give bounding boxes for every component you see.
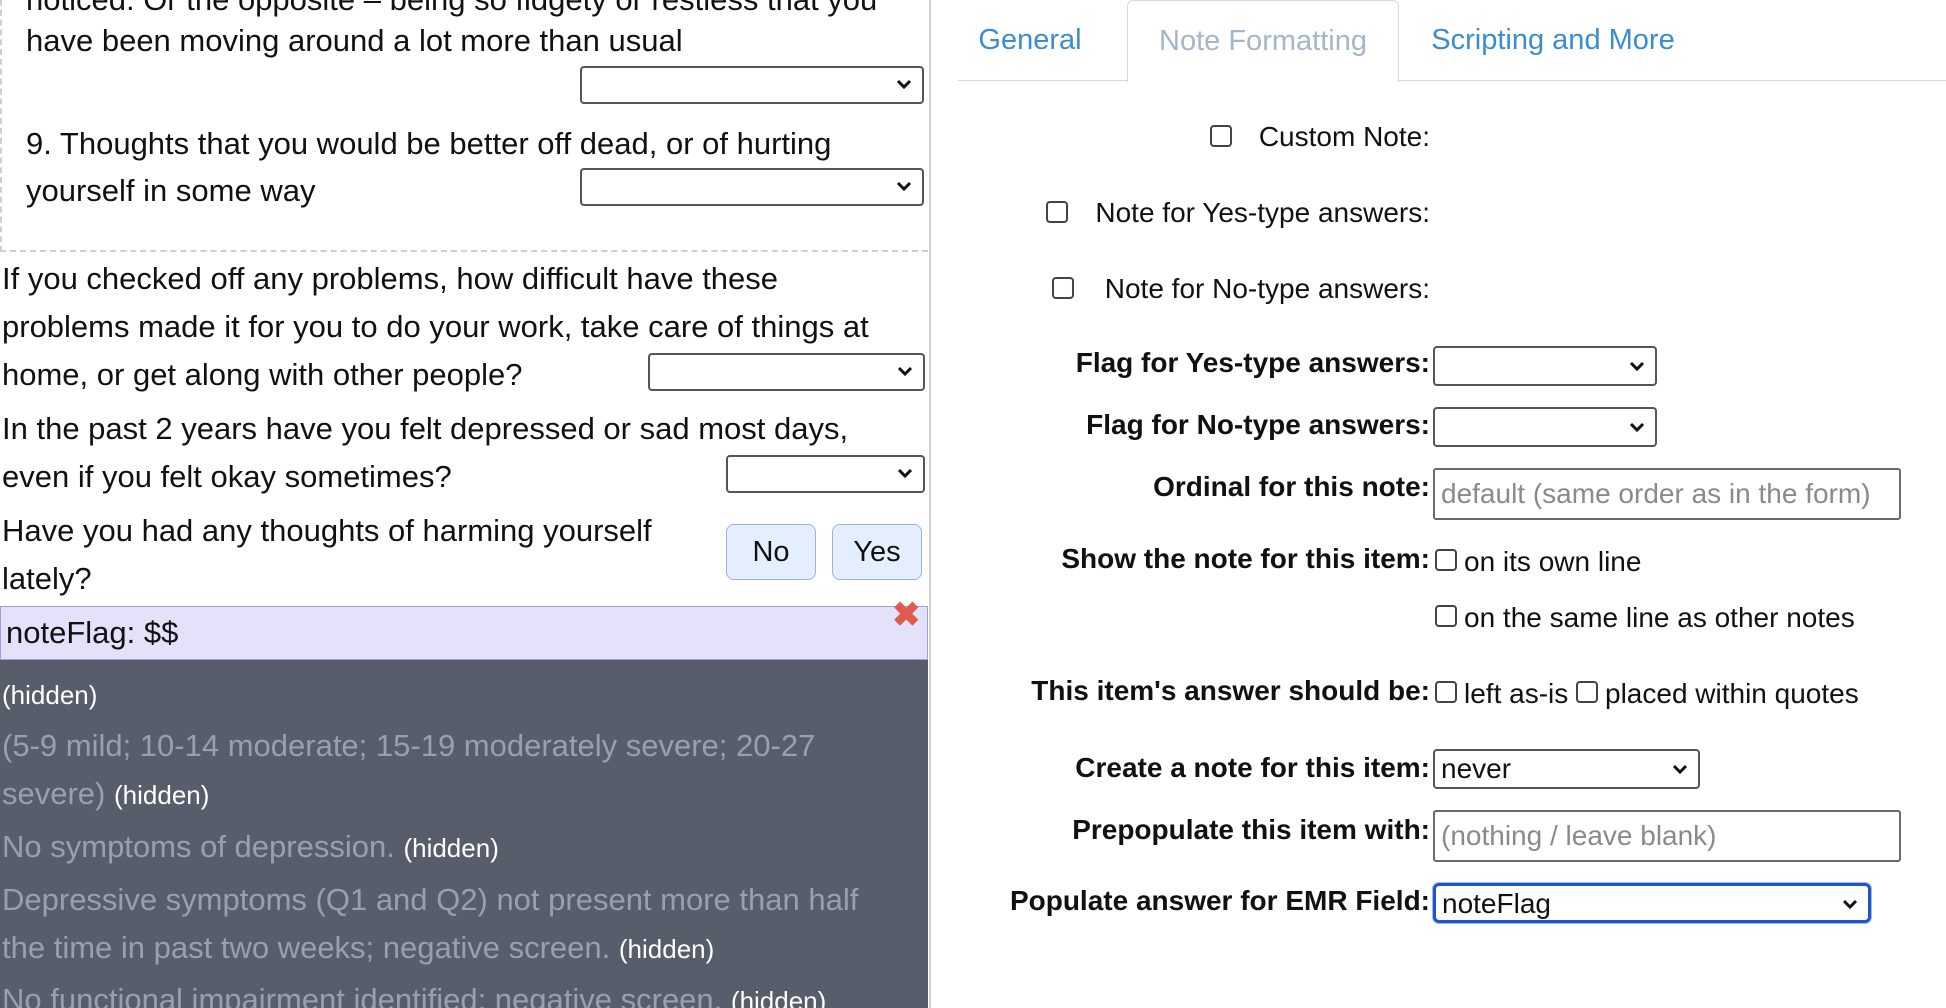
within-quotes-checkbox[interactable] <box>1576 681 1598 703</box>
chevron-down-icon <box>896 181 912 192</box>
no-symptoms-text: No symptoms of depression. <box>2 829 395 864</box>
tab-general[interactable]: General <box>966 0 1094 82</box>
note-flag-field[interactable]: noteFlag: $$ <box>0 606 928 660</box>
severity-scale-line1: (5-9 mild; 10-14 moderate; 15-19 moderat… <box>2 728 816 763</box>
two-years-text-line2: even if you felt okay sometimes? <box>2 459 452 494</box>
no-functional-impairment-text: No functional impairment identified; neg… <box>2 982 723 1008</box>
q9-text-line1: 9. Thoughts that you would be better off… <box>26 126 832 161</box>
create-note-label: Create a note for this item: <box>1075 752 1430 783</box>
difficulty-answer-select[interactable] <box>648 353 925 391</box>
q9-answer-select[interactable] <box>580 168 924 206</box>
two-years-text-line1: In the past 2 years have you felt depres… <box>2 411 849 446</box>
hidden-note-row: the time in past two weeks; negative scr… <box>2 924 714 973</box>
ordinal-label: Ordinal for this note: <box>1153 471 1430 502</box>
custom-note-label: Custom Note: <box>1258 121 1430 152</box>
left-as-is-checkbox[interactable] <box>1435 681 1457 703</box>
note-no-checkbox[interactable] <box>1052 277 1074 299</box>
same-line-label: on the same line as other notes <box>1464 602 1855 633</box>
hidden-tag: (hidden) <box>2 680 98 710</box>
harming-text-line1: Have you had any thoughts of harming you… <box>2 513 652 548</box>
note-yes-label: Note for Yes-type answers: <box>1095 197 1430 228</box>
close-icon[interactable]: ✖ <box>892 598 921 632</box>
hidden-tag: (hidden) <box>114 780 210 810</box>
emr-field-label: Populate answer for EMR Field: <box>1009 885 1430 916</box>
hidden-note-row: No symptoms of depression. (hidden) <box>2 823 499 872</box>
flag-yes-label: Flag for Yes-type answers: <box>1075 347 1430 378</box>
show-note-label: Show the note for this item: <box>1061 543 1430 574</box>
yes-button[interactable]: Yes <box>832 524 922 580</box>
note-no-label: Note for No-type answers: <box>1104 273 1430 304</box>
depressive-symptoms-line1: Depressive symptoms (Q1 and Q2) not pres… <box>2 882 859 917</box>
no-button[interactable]: No <box>726 524 816 580</box>
hidden-note-row: No functional impairment identified; neg… <box>2 976 826 1008</box>
tab-note-formatting[interactable]: Note Formatting <box>1127 0 1399 82</box>
hidden-notes-panel: (hidden) (5-9 mild; 10-14 moderate; 15-1… <box>0 660 928 1008</box>
form-preview-pane: noticed. Or the opposite – being so fidg… <box>0 0 930 1008</box>
prepopulate-input[interactable]: (nothing / leave blank) <box>1433 810 1901 862</box>
chevron-down-icon <box>896 79 912 90</box>
answer-format-label: This item's answer should be: <box>1031 675 1430 706</box>
emr-field-value: noteFlag <box>1442 888 1551 919</box>
chevron-down-icon <box>897 366 913 377</box>
difficulty-text-line3: home, or get along with other people? <box>2 357 523 392</box>
hidden-note-row: severe) (hidden) <box>2 770 209 819</box>
chevron-down-icon <box>1672 764 1688 775</box>
note-yes-checkbox[interactable] <box>1046 201 1068 223</box>
flag-no-select[interactable] <box>1433 407 1657 447</box>
chevron-down-icon <box>897 468 913 479</box>
flag-yes-select[interactable] <box>1433 346 1657 386</box>
hidden-tag: (hidden) <box>730 986 827 1008</box>
flag-no-label: Flag for No-type answers: <box>1086 409 1430 440</box>
difficulty-text-line2: problems made it for you to do your work… <box>2 309 869 344</box>
own-line-checkbox[interactable] <box>1435 549 1457 571</box>
q9-text-line2: yourself in some way <box>26 173 316 208</box>
chevron-down-icon <box>1629 422 1645 433</box>
create-note-value: never <box>1441 753 1512 784</box>
within-quotes-label: placed within quotes <box>1605 678 1859 709</box>
custom-note-checkbox[interactable] <box>1210 125 1232 147</box>
depressive-symptoms-line2: the time in past two weeks; negative scr… <box>2 930 611 965</box>
item-settings-panel: General Note Formatting Scripting and Mo… <box>931 0 1946 1008</box>
chevron-down-icon <box>1842 899 1858 910</box>
q8-text-line2: have been moving around a lot more than … <box>26 23 683 58</box>
left-as-is-label: left as-is <box>1464 678 1569 709</box>
chevron-down-icon <box>1629 361 1645 372</box>
hidden-note-row: (hidden) <box>2 670 97 719</box>
create-note-select[interactable]: never <box>1433 749 1700 789</box>
own-line-label: on its own line <box>1464 546 1642 577</box>
difficulty-text-line1: If you checked off any problems, how dif… <box>2 261 779 296</box>
ordinal-input[interactable]: default (same order as in the form) <box>1433 468 1901 520</box>
prepopulate-label: Prepopulate this item with: <box>1072 814 1430 845</box>
harming-text-line2: lately? <box>2 561 92 596</box>
hidden-tag: (hidden) <box>618 934 715 964</box>
two-years-answer-select[interactable] <box>726 455 925 493</box>
severity-scale-line2: severe) <box>2 776 106 811</box>
hidden-tag: (hidden) <box>403 833 499 863</box>
same-line-checkbox[interactable] <box>1435 605 1457 627</box>
q8-answer-select[interactable] <box>580 66 924 104</box>
tab-scripting-and-more[interactable]: Scripting and More <box>1427 0 1679 82</box>
emr-field-select[interactable]: noteFlag <box>1433 883 1871 923</box>
